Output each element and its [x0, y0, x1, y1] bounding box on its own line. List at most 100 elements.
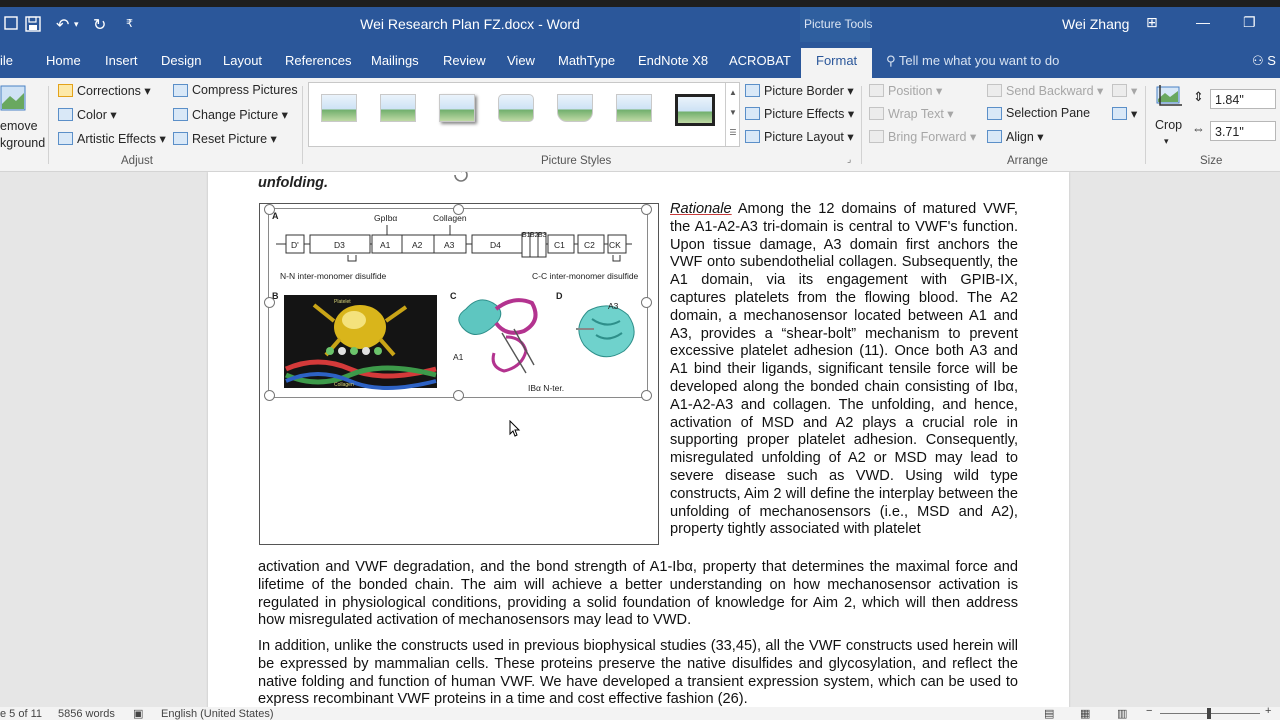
- minimize-icon[interactable]: —: [1196, 14, 1210, 30]
- zoom-slider-thumb[interactable]: [1207, 708, 1211, 719]
- picture-style-7[interactable]: [675, 94, 715, 126]
- tab-format[interactable]: Format: [801, 48, 873, 78]
- selection-pane-button[interactable]: Selection Pane: [987, 106, 1090, 120]
- tab-design[interactable]: Design: [161, 53, 201, 68]
- reset-picture-button[interactable]: Reset Picture ▾: [173, 131, 277, 146]
- remove-background-icon[interactable]: [0, 84, 26, 112]
- customize-quick-access-icon[interactable]: ₹: [126, 17, 133, 30]
- web-layout-icon[interactable]: ▥: [1117, 707, 1127, 720]
- redo-icon[interactable]: ↻: [93, 15, 106, 35]
- rotate-icon: [1112, 107, 1127, 120]
- wrap-text-label: Wrap Text: [888, 106, 944, 121]
- send-backward-button[interactable]: Send Backward ▾: [987, 83, 1103, 98]
- rotate-objects-icon[interactable]: ▾: [1112, 106, 1137, 121]
- wrap-text-icon: [869, 107, 884, 120]
- picture-styles-launcher-icon[interactable]: ⌟: [847, 154, 851, 165]
- picture-style-6[interactable]: [616, 94, 652, 122]
- tab-view[interactable]: View: [507, 53, 535, 68]
- resize-handle-bottom[interactable]: [453, 390, 464, 401]
- tab-file[interactable]: ile: [0, 53, 13, 68]
- read-mode-icon[interactable]: ▤: [1044, 707, 1054, 720]
- artistic-effects-button[interactable]: Artistic Effects ▾: [58, 131, 166, 146]
- picture-style-5[interactable]: [557, 94, 593, 122]
- compress-pictures-button[interactable]: Compress Pictures: [173, 83, 298, 97]
- tab-acrobat[interactable]: ACROBAT: [729, 53, 791, 68]
- change-picture-button[interactable]: Change Picture ▾: [173, 107, 288, 122]
- zoom-in-icon[interactable]: +: [1265, 705, 1271, 717]
- resize-handle-top[interactable]: [453, 204, 464, 215]
- share-label: S: [1267, 53, 1276, 68]
- remove-background-label-2[interactable]: kground: [0, 136, 45, 150]
- crop-label[interactable]: Crop: [1155, 118, 1182, 132]
- crop-dropdown-icon[interactable]: ▾: [1164, 136, 1169, 147]
- word-count[interactable]: 5856 words: [58, 708, 115, 720]
- gallery-scroll[interactable]: ▲ ▼ ☰: [725, 83, 740, 146]
- tab-endnote[interactable]: EndNote X8: [638, 53, 708, 68]
- picture-layout-button[interactable]: Picture Layout ▾: [745, 129, 854, 144]
- tab-mailings[interactable]: Mailings: [371, 53, 419, 68]
- resize-handle-bottom-left[interactable]: [264, 390, 275, 401]
- title-bar: ↶ ▾ ↻ ₹ Wei Research Plan FZ.docx - Word…: [0, 7, 1280, 42]
- ribbon-display-options-icon[interactable]: ⊞: [1146, 14, 1158, 31]
- separator: [861, 86, 862, 164]
- tab-layout[interactable]: Layout: [223, 53, 262, 68]
- resize-handle-left[interactable]: [264, 297, 275, 308]
- width-input[interactable]: 3.71": [1210, 121, 1276, 141]
- mouse-cursor-icon: [509, 419, 521, 443]
- picture-style-3[interactable]: [439, 94, 475, 122]
- undo-icon[interactable]: ↶: [56, 15, 69, 35]
- height-input[interactable]: 1.84": [1210, 89, 1276, 109]
- picture-layout-icon: [745, 130, 760, 143]
- selection-pane-icon: [987, 106, 1002, 120]
- tell-me-box[interactable]: ⚲ Tell me what you want to do: [886, 53, 1059, 69]
- save-icon[interactable]: [25, 16, 41, 37]
- resize-handle-top-left[interactable]: [264, 204, 275, 215]
- tab-insert[interactable]: Insert: [105, 53, 138, 68]
- paragraph-constructs: In addition, unlike the constructs used …: [258, 638, 1018, 707]
- bring-forward-button[interactable]: Bring Forward ▾: [869, 129, 976, 144]
- compress-icon: [173, 83, 188, 97]
- picture-style-1[interactable]: [321, 94, 357, 122]
- tab-home[interactable]: Home: [46, 53, 81, 68]
- document-page: unfolding. A B C D GpIbα Collagen D' D3 …: [208, 172, 1069, 707]
- continued-paragraph: activation and VWF degradation, and the …: [258, 559, 1018, 629]
- tab-mathtype[interactable]: MathType: [558, 53, 615, 68]
- separator: [1145, 86, 1146, 164]
- position-button[interactable]: Position ▾: [869, 83, 942, 98]
- picture-effects-button[interactable]: Picture Effects ▾: [745, 106, 854, 121]
- rationale-label: Rationale: [670, 201, 732, 217]
- remove-background-label-1[interactable]: emove: [0, 119, 38, 133]
- align-button[interactable]: Align ▾: [987, 129, 1044, 144]
- group-objects-icon[interactable]: ▾: [1112, 83, 1137, 98]
- resize-handle-right[interactable]: [641, 297, 652, 308]
- selection-pane-label: Selection Pane: [1006, 106, 1091, 120]
- change-picture-icon: [173, 108, 188, 121]
- position-label: Position: [888, 83, 933, 98]
- resize-handle-top-right[interactable]: [641, 204, 652, 215]
- rationale-paragraph: Rationale Among the 12 domains of mature…: [670, 201, 1018, 539]
- bring-forward-label: Bring Forward: [888, 129, 967, 144]
- resize-handle-bottom-right[interactable]: [641, 390, 652, 401]
- restore-icon[interactable]: ❐: [1243, 14, 1256, 31]
- send-backward-icon: [987, 84, 1002, 97]
- wrap-text-button[interactable]: Wrap Text ▾: [869, 106, 954, 121]
- corrections-button[interactable]: Corrections ▾: [58, 83, 151, 98]
- crop-icon[interactable]: [1154, 84, 1184, 110]
- proofing-icon[interactable]: ▣: [133, 707, 143, 720]
- selection-box: [268, 208, 648, 398]
- picture-style-2[interactable]: [380, 94, 416, 122]
- page-count[interactable]: e 5 of 11: [0, 708, 42, 720]
- user-name[interactable]: Wei Zhang: [1062, 16, 1129, 32]
- rotate-handle-icon[interactable]: [451, 172, 471, 189]
- tell-me-text: Tell me what you want to do: [898, 53, 1060, 68]
- undo-dropdown-icon[interactable]: ▾: [74, 19, 79, 30]
- color-button[interactable]: Color ▾: [58, 107, 117, 122]
- print-layout-icon[interactable]: ▦: [1080, 707, 1090, 720]
- picture-style-4[interactable]: [498, 94, 534, 122]
- picture-border-button[interactable]: Picture Border ▾: [745, 83, 854, 98]
- zoom-out-icon[interactable]: −: [1146, 705, 1152, 717]
- tab-review[interactable]: Review: [443, 53, 486, 68]
- tab-references[interactable]: References: [285, 53, 351, 68]
- share-button[interactable]: ⚇ S: [1252, 53, 1276, 69]
- language-indicator[interactable]: English (United States): [161, 708, 274, 720]
